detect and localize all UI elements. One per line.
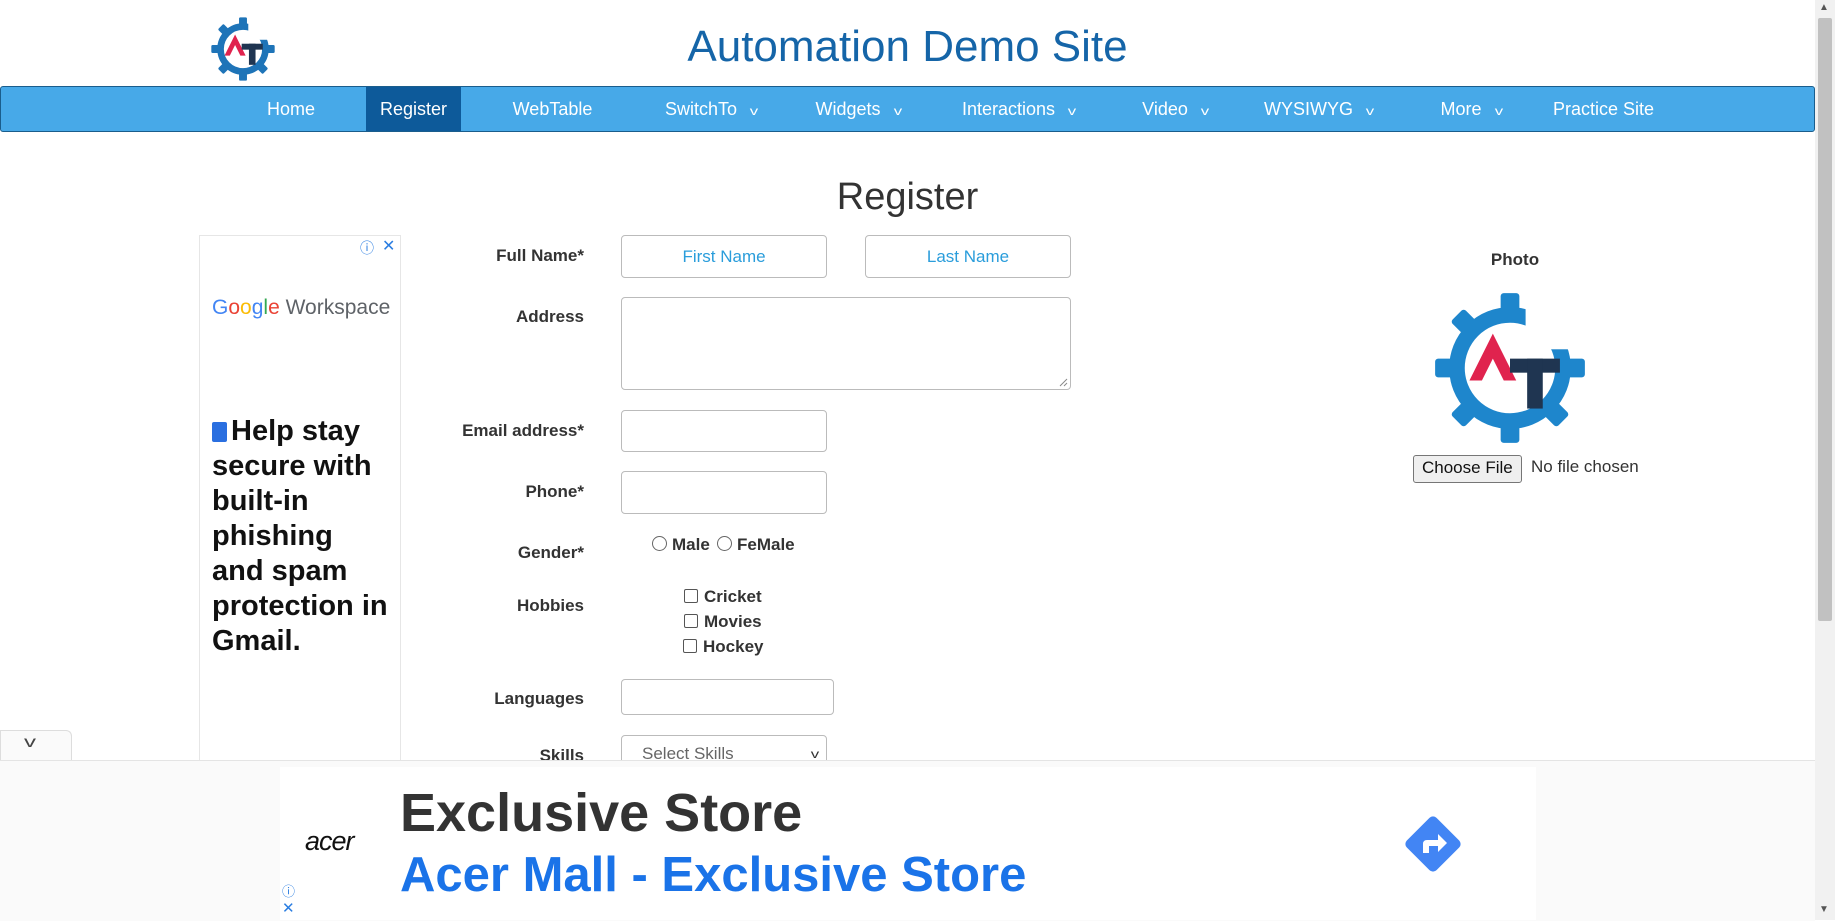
ad-info-icon[interactable]: ⓘ <box>360 238 374 258</box>
full-name-label: Full Name* <box>496 246 584 265</box>
ad-headline[interactable]: Help stay secure with built-in phishing … <box>212 414 392 659</box>
chevron-down-icon: v <box>1365 104 1375 118</box>
first-name-input[interactable] <box>621 235 827 278</box>
nav-video-label: Video <box>1142 99 1188 119</box>
scroll-up-icon[interactable]: ▲ <box>1819 2 1829 13</box>
nav-interactions[interactable]: Interactions v <box>951 87 1086 131</box>
nav-interactions-label: Interactions <box>961 99 1056 119</box>
nav-register-label: Register <box>379 99 448 119</box>
nav-webtable-label: WebTable <box>512 99 593 119</box>
hobbies-label: Hobbies <box>516 596 584 615</box>
movies-checkbox[interactable] <box>684 614 698 628</box>
nav-home[interactable]: Home <box>251 87 331 131</box>
male-radio[interactable] <box>652 536 667 551</box>
movies-label: Movies <box>704 612 762 631</box>
last-name-input[interactable] <box>865 235 1071 278</box>
main-navbar: Home Register WebTable SwitchTo v Widgets… <box>0 86 1815 132</box>
gender-female-option[interactable]: FeMale <box>717 535 795 555</box>
page-title: Register <box>836 176 979 218</box>
chevron-down-icon: v <box>893 104 902 118</box>
chevron-down-icon: v <box>1494 104 1503 118</box>
ad-headline-text: Help stay secure with built-in phishing … <box>212 415 388 657</box>
bottom-ad-subtitle[interactable]: Acer Mall - Exclusive Store <box>400 847 1026 903</box>
email-input[interactable] <box>621 410 827 452</box>
resize-handle-icon[interactable] <box>1058 377 1068 387</box>
directions-arrow-icon[interactable] <box>1402 813 1464 875</box>
nav-more[interactable]: More v <box>1421 87 1521 131</box>
nav-home-label: Home <box>266 99 315 119</box>
nav-register[interactable]: Register <box>366 87 461 131</box>
hobby-cricket-option[interactable]: Cricket <box>684 587 762 607</box>
nav-video[interactable]: Video v <box>1125 87 1225 131</box>
site-title: Automation Demo Site <box>687 22 1128 71</box>
cricket-checkbox[interactable] <box>684 589 698 603</box>
languages-label: Languages <box>494 689 584 708</box>
nav-widgets[interactable]: Widgets v <box>803 87 913 131</box>
phone-input[interactable] <box>621 471 827 514</box>
chevron-down-icon: v <box>1067 104 1077 118</box>
nav-wysiwyg[interactable]: WYSIWYG v <box>1256 87 1381 131</box>
nav-switchto[interactable]: SwitchTo v <box>651 87 771 131</box>
hockey-label: Hockey <box>703 637 764 656</box>
nav-wysiwyg-label: WYSIWYG <box>1264 99 1353 119</box>
nav-webtable[interactable]: WebTable <box>501 87 604 131</box>
female-radio[interactable] <box>717 536 732 551</box>
hockey-checkbox[interactable] <box>683 639 697 653</box>
phone-label: Phone* <box>525 482 584 501</box>
hobby-hockey-option[interactable]: Hockey <box>683 637 763 657</box>
scroll-down-icon[interactable]: ▼ <box>1819 904 1829 915</box>
nav-more-label: More <box>1440 99 1482 119</box>
ad-info-icon[interactable]: ⓘ <box>282 881 295 900</box>
bottom-ad-title[interactable]: Exclusive Store <box>400 782 802 844</box>
no-file-text: No file chosen <box>1531 457 1639 476</box>
email-label: Email address* <box>462 421 584 440</box>
nav-widgets-label: Widgets <box>815 99 881 119</box>
nav-practice-site[interactable]: Practice Site <box>1546 87 1661 131</box>
hobby-movies-option[interactable]: Movies <box>684 612 762 632</box>
google-workspace-brand: Google Workspace <box>212 296 391 319</box>
chevron-down-icon: v <box>1200 104 1210 118</box>
photo-label: Photo <box>1490 250 1540 269</box>
female-label: FeMale <box>737 535 795 554</box>
gender-label: Gender* <box>517 543 584 562</box>
ad-close-icon[interactable]: ✕ <box>282 899 295 917</box>
male-label: Male <box>672 535 710 554</box>
lock-document-icon <box>212 422 227 442</box>
gender-male-option[interactable]: Male <box>652 535 710 555</box>
scrollbar-thumb[interactable] <box>1818 18 1832 621</box>
address-textarea[interactable] <box>621 297 1071 390</box>
acer-logo[interactable]: acer <box>305 826 355 857</box>
cricket-label: Cricket <box>704 587 762 606</box>
address-label: Address <box>515 307 584 326</box>
languages-multiselect[interactable] <box>621 679 834 715</box>
choose-file-button[interactable]: Choose File <box>1413 455 1522 483</box>
nav-practice-site-label: Practice Site <box>1552 99 1655 119</box>
nav-switchto-label: SwitchTo <box>664 99 738 119</box>
chevron-down-icon: v <box>749 104 759 118</box>
chevron-down-icon: v <box>24 734 36 751</box>
photo-preview-logo-icon <box>1435 293 1585 443</box>
collapse-ad-button[interactable]: v <box>0 730 72 761</box>
